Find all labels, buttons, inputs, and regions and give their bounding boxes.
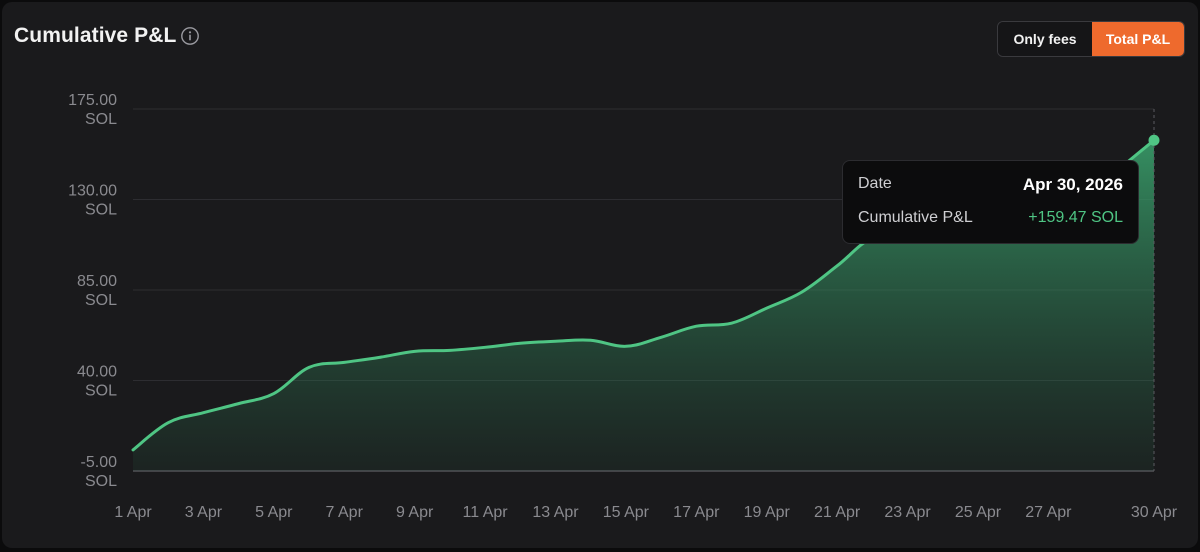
y-tick-unit: SOL	[85, 202, 117, 219]
x-tick-label: 21 Apr	[814, 504, 861, 521]
x-tick-label: 5 Apr	[255, 504, 293, 521]
x-tick-label: 9 Apr	[396, 504, 434, 521]
y-tick-unit: SOL	[85, 383, 117, 400]
y-tick-label: 175.00	[68, 92, 117, 109]
x-tick-label: 3 Apr	[185, 504, 223, 521]
y-tick-unit: SOL	[85, 111, 117, 128]
data-points	[1148, 134, 1160, 146]
x-tick-label: 25 Apr	[955, 504, 1002, 521]
tooltip-date-label: Date	[858, 175, 892, 192]
y-axis: 175.00 SOL 130.00 SOL 85.00 SOL 40.00 SOL -5.00 S…	[68, 92, 117, 490]
y-tick-unit: SOL	[85, 292, 117, 309]
x-tick-label: 30 Apr	[1131, 504, 1178, 521]
x-tick-label: 13 Apr	[532, 504, 579, 521]
y-tick-label: 85.00	[77, 273, 117, 290]
x-axis: 1 Apr 3 Apr 5 Apr 7 Apr 9 Apr 11 Apr 13 Apr 15 …	[114, 504, 1177, 521]
x-tick-label: 19 Apr	[744, 504, 791, 521]
y-tick-label: 40.00	[77, 364, 117, 381]
x-tick-label: 15 Apr	[603, 504, 650, 521]
x-tick-label: 7 Apr	[326, 504, 364, 521]
y-tick-label: 130.00	[68, 183, 117, 200]
x-tick-label: 17 Apr	[673, 504, 720, 521]
x-tick-label: 27 Apr	[1025, 504, 1072, 521]
tooltip-date-value: Apr 30, 2026	[1022, 175, 1123, 194]
pnl-chart: 175.00 SOL 130.00 SOL 85.00 SOL 40.00 SOL -5.00 S…	[68, 92, 1178, 521]
highlight-point[interactable]	[1148, 134, 1160, 146]
tooltip-pnl-value: +159.47 SOL	[1028, 209, 1123, 226]
chart-tooltip: Date Apr 30, 2026 Cumulative P&L +159.47…	[842, 160, 1139, 244]
y-tick-unit: SOL	[85, 473, 117, 490]
y-tick-label: -5.00	[81, 454, 118, 471]
tooltip-pnl-label: Cumulative P&L	[858, 209, 973, 226]
x-tick-label: 11 Apr	[463, 504, 509, 521]
x-tick-label: 23 Apr	[884, 504, 931, 521]
x-tick-label: 1 Apr	[114, 504, 152, 521]
